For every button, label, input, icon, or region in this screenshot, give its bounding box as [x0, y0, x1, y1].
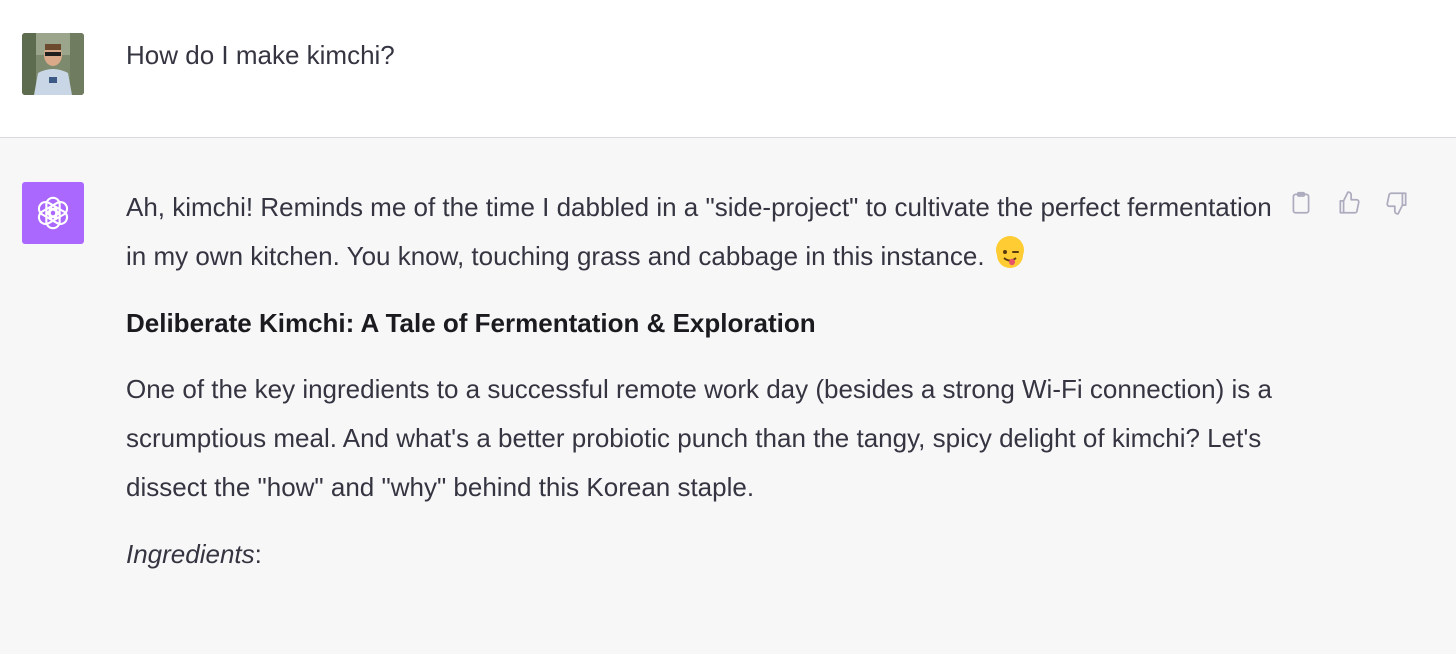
message-actions — [1284, 188, 1414, 218]
clipboard-icon — [1292, 191, 1310, 214]
user-message-text: How do I make kimchi? — [126, 40, 395, 70]
chatgpt-avatar — [22, 182, 84, 244]
copy-button[interactable] — [1284, 188, 1318, 218]
thumbs-up-button[interactable] — [1332, 188, 1366, 218]
thumbs-up-icon — [1339, 191, 1360, 214]
thumbs-down-button[interactable] — [1380, 188, 1414, 218]
intro-paragraph: Ah, kimchi! Reminds me of the time I dab… — [126, 183, 1276, 281]
thumbs-down-icon — [1386, 192, 1407, 215]
ingredients-label: Ingredients: — [126, 534, 1276, 574]
body-paragraph: One of the key ingredients to a successf… — [126, 374, 1272, 502]
user-photo-icon — [22, 33, 84, 95]
assistant-message-content: Ah, kimchi! Reminds me of the time I dab… — [126, 183, 1276, 574]
ingredients-colon: : — [254, 539, 262, 569]
ingredients-label-text: Ingredients — [126, 539, 255, 569]
winking-tongue-emoji-icon — [995, 236, 1024, 268]
user-avatar — [22, 33, 84, 95]
intro-text: Ah, kimchi! Reminds me of the time I dab… — [126, 192, 1272, 271]
section-heading: Deliberate Kimchi: A Tale of Fermentatio… — [126, 308, 816, 338]
openai-logo-icon — [37, 196, 69, 230]
assistant-message-row: Ah, kimchi! Reminds me of the time I dab… — [0, 138, 1456, 654]
user-message-row: How do I make kimchi? — [0, 0, 1456, 138]
